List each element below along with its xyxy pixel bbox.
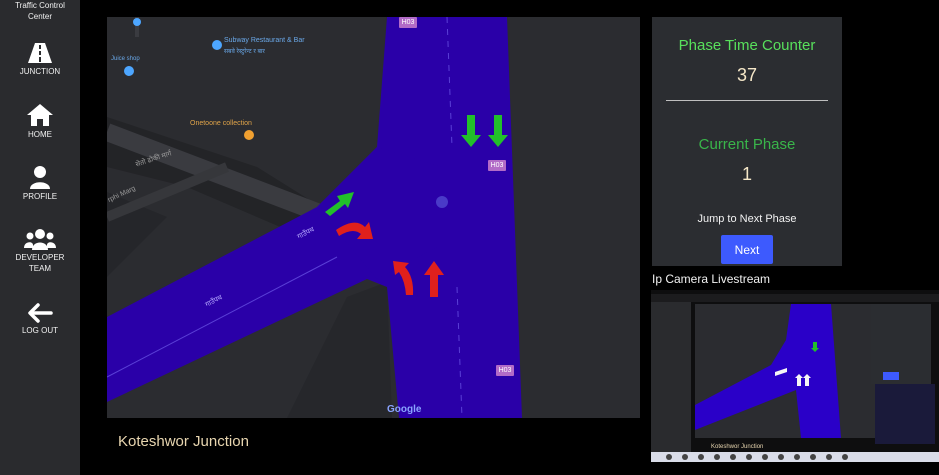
route-badge: H03 [399,17,417,28]
svg-text:Koteshwor Junction: Koteshwor Junction [711,444,763,450]
junction-map[interactable]: Subway Restaurant & Bar सबवे रेस्टुरेन्ट… [107,17,640,418]
current-phase-value: 1 [741,164,752,184]
sidebar-item-profile[interactable]: PROFILE [0,165,80,202]
sidebar-item-developer-team[interactable]: DEVELOPER TEAM [0,228,80,274]
divider [666,100,828,101]
camera-livestream[interactable]: Koteshwor Junction [651,290,939,462]
phase-control-panel: Phase Time Counter 37 Current Phase 1 Ju… [652,17,842,266]
sidebar-item-logout[interactable]: LOG OUT [0,303,80,336]
road-icon [28,43,52,63]
phase-time-value: 37 [736,65,758,85]
sidebar-item-label: DEVELOPER TEAM [15,253,65,273]
sidebar: Traffic Control Center JUNCTION HOME PRO… [0,0,80,475]
sidebar-item-junction[interactable]: JUNCTION [0,42,80,77]
route-badge: H03 [496,365,514,376]
map-label-restaurant: Subway Restaurant & Bar [224,37,305,44]
arrow-left-icon [28,303,53,323]
camera-frame: Koteshwor Junction [651,290,939,462]
user-icon [30,166,50,189]
map-canvas [107,17,522,418]
jump-label: Jump to Next Phase [697,213,797,225]
home-icon [27,104,53,126]
map-label-collection: Onetoone collection [190,120,252,127]
sidebar-item-label: PROFILE [22,192,58,201]
junction-title: Koteshwor Junction [118,433,249,450]
phase-time-label: Phase Time Counter [678,37,816,54]
sidebar-item-label: LOG OUT [21,326,58,335]
brand-title: Traffic Control Center [15,1,65,21]
sidebar-item-home[interactable]: HOME [0,103,80,140]
sidebar-item-label: HOME [28,130,52,139]
sidebar-item-label: JUNCTION [19,67,61,76]
team-icon [24,229,56,250]
google-logo: Google [387,404,422,415]
map-label-juice: Juice shop [111,56,140,62]
next-phase-button[interactable]: Next [721,235,773,264]
current-phase-label: Current Phase [698,136,796,153]
route-badge: H03 [488,160,506,171]
camera-title: Ip Camera Livestream [652,272,771,286]
map-label-restaurant-sub: सबवे रेस्टुरेन्ट र बार [224,49,265,55]
